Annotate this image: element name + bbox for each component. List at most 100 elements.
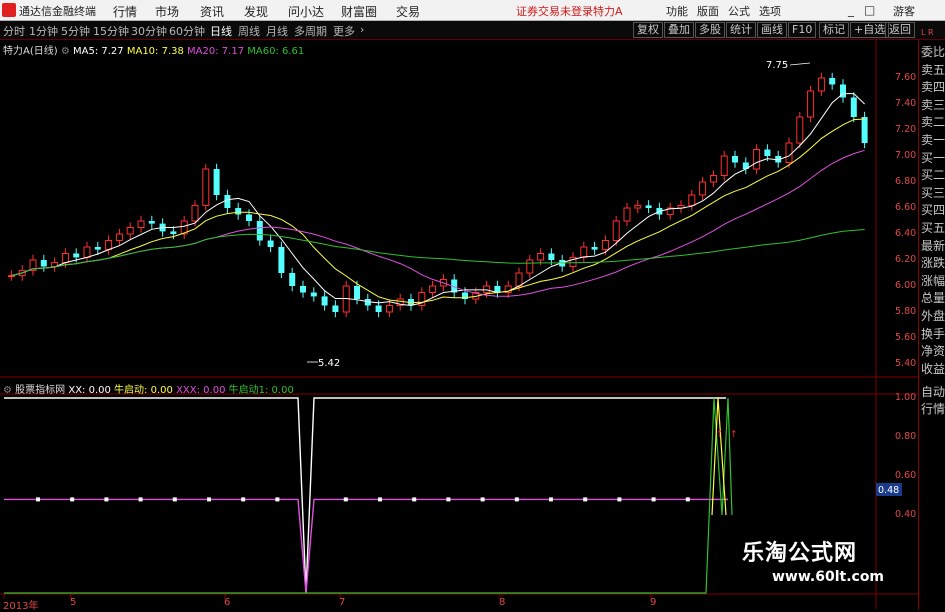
ind-tick-080: 0.80 <box>895 431 917 442</box>
y-tick-600: 6.00 <box>895 280 917 291</box>
candle-body <box>115 233 123 241</box>
panel-item-13[interactable]: 涨幅 <box>921 274 945 288</box>
candle-body <box>817 77 825 92</box>
candle-body <box>191 204 199 222</box>
chart-frame <box>0 40 918 609</box>
panel-item-1[interactable]: 卖五 <box>921 63 945 77</box>
candle-body <box>278 247 285 273</box>
candle-body <box>105 240 113 251</box>
signal-marker <box>378 497 382 502</box>
panel-item-8[interactable]: 买三 <box>921 186 945 200</box>
panel-item-3[interactable]: 卖三 <box>921 98 945 112</box>
panel-item-16[interactable]: 换手 <box>921 327 945 341</box>
candle-body <box>202 168 210 206</box>
signal-marker <box>138 497 143 502</box>
candle-body <box>515 272 523 287</box>
y-tick-540: 5.40 <box>895 358 917 369</box>
panel-item-2[interactable]: 卖四 <box>921 81 945 94</box>
buy-arrow-icon: ↑ <box>716 430 724 440</box>
panel-item-0[interactable]: 委比 <box>921 46 945 59</box>
panel-item-17[interactable]: 净资 <box>921 345 945 358</box>
candle-body <box>526 259 534 274</box>
kline-chart[interactable]: 7.75 5.42 ↑ ↑ 0.48 <box>0 0 918 609</box>
candle-body <box>385 305 393 313</box>
candle-body <box>40 260 47 267</box>
signal-marker <box>412 497 417 502</box>
panel-lr-toggle[interactable]: L R <box>921 26 934 39</box>
price-annotations: 7.75 5.42 <box>307 60 811 369</box>
y-tick-660: 6.60 <box>895 202 917 213</box>
y-tick-740: 7.40 <box>895 98 917 109</box>
candle-body <box>634 204 642 209</box>
y-tick-640: 6.40 <box>895 228 917 239</box>
moving-average-lines <box>11 93 865 307</box>
candle-body <box>256 221 263 241</box>
candle-body <box>137 220 145 228</box>
signal-marker <box>104 497 109 502</box>
candle-body <box>267 240 274 247</box>
candle-body <box>591 247 598 250</box>
signal-marker <box>241 497 246 502</box>
signal-marker <box>685 497 690 502</box>
y-tick-680: 6.80 <box>895 176 917 187</box>
signal-marker <box>514 497 519 502</box>
candle-body <box>807 90 815 118</box>
panel-auto[interactable]: 自动 <box>921 386 945 399</box>
candle-body <box>300 286 306 293</box>
candle-body <box>213 169 220 195</box>
nqd-line <box>711 397 727 516</box>
signal-marker <box>36 497 40 502</box>
panel-item-4[interactable]: 卖二 <box>921 116 945 129</box>
panel-item-11[interactable]: 最新 <box>921 239 945 253</box>
candle-body <box>235 208 242 215</box>
panel-item-10[interactable]: 买五 <box>921 222 945 235</box>
candle-body <box>580 246 588 258</box>
x-tick-6: 6 <box>224 597 231 608</box>
candle-body <box>332 305 339 312</box>
panel-item-6[interactable]: 买一 <box>921 151 945 165</box>
panel-item-9[interactable]: 买四 <box>921 204 945 217</box>
candle-body <box>94 247 101 250</box>
panel-item-12[interactable]: 涨跌 <box>921 257 945 270</box>
candle-body <box>7 275 15 278</box>
signal-marker <box>549 497 553 502</box>
panel-quote[interactable]: 行情 <box>921 403 945 416</box>
panel-item-5[interactable]: 卖一 <box>921 134 945 147</box>
high-annotation: 7.75 <box>766 60 788 71</box>
ind-tick-040: 0.40 <box>895 509 917 520</box>
candle-body <box>753 149 761 170</box>
signal-marker <box>70 497 75 502</box>
panel-item-14[interactable]: 总量 <box>921 292 945 305</box>
indicator-cursor-value: 0.48 <box>878 485 899 496</box>
candle-body <box>73 253 80 258</box>
candle-body <box>720 155 728 176</box>
candle-body <box>601 240 609 251</box>
candle-body <box>548 253 555 260</box>
candle-body <box>289 273 296 286</box>
signal-marker <box>207 497 211 502</box>
panel-item-18[interactable]: 收益 <box>921 362 945 376</box>
signal-marker <box>617 497 622 502</box>
signal-marker <box>275 497 280 502</box>
quote-side-panel: L R 委比卖五卖四卖三卖二卖一买一买二买三买四买五最新涨跌涨幅总量外盘换手净资… <box>918 28 945 610</box>
y-tick-760: 7.60 <box>895 72 917 83</box>
y-tick-560: 5.60 <box>895 332 917 343</box>
panel-item-15[interactable]: 外盘 <box>921 310 945 323</box>
candle-body <box>429 285 437 293</box>
high-pointer <box>789 62 811 66</box>
candle-body <box>246 214 252 221</box>
y-tick-580: 5.80 <box>895 306 917 317</box>
y-tick-700: 7.00 <box>895 150 917 161</box>
ma10-line <box>11 118 865 304</box>
candle-body <box>612 220 620 241</box>
xx-line <box>4 397 726 594</box>
panel-item-7[interactable]: 买二 <box>921 169 945 182</box>
y-tick-620: 6.20 <box>895 254 917 265</box>
candle-body <box>861 117 868 143</box>
low-annotation: 5.42 <box>318 358 340 369</box>
xxx-line <box>4 498 728 594</box>
signal-marker <box>583 497 588 502</box>
nqd1-line <box>4 397 733 594</box>
candle-body <box>170 231 177 234</box>
candle-body <box>83 246 91 258</box>
